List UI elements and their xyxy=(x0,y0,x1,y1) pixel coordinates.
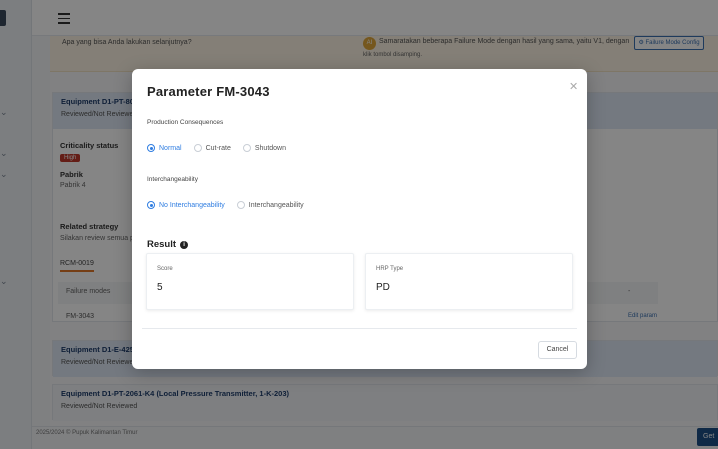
score-label: Score xyxy=(157,266,173,272)
hrp-type-label: HRP Type xyxy=(376,266,404,272)
radio-label: Shutdown xyxy=(254,144,286,152)
radio-label: Normal xyxy=(159,144,182,152)
modal-divider xyxy=(142,328,577,329)
radio-interchangeability[interactable]: Interchangeability xyxy=(236,201,304,209)
radio-shutdown[interactable]: Shutdown xyxy=(242,144,286,152)
result-heading: Result i xyxy=(147,239,189,250)
radio-normal[interactable]: Normal xyxy=(147,144,182,152)
radio-label: Cut-rate xyxy=(205,144,231,152)
production-consequences-radio-group: Normal Cut-rate Shutdown xyxy=(147,142,298,154)
cancel-button[interactable]: Cancel xyxy=(538,341,577,359)
radio-checked-icon xyxy=(147,201,155,209)
radio-label: No Interchangeability xyxy=(159,201,225,209)
production-consequences-label: Production Consequences xyxy=(147,119,224,126)
radio-checked-icon xyxy=(147,144,155,152)
score-box: Score 5 xyxy=(146,253,354,310)
result-title: Result xyxy=(147,239,177,250)
radio-cut-rate[interactable]: Cut-rate xyxy=(193,144,231,152)
radio-unchecked-icon xyxy=(236,201,245,209)
radio-no-interchangeability[interactable]: No Interchangeability xyxy=(147,201,225,209)
radio-unchecked-icon xyxy=(242,144,251,152)
parameter-modal: Parameter FM-3043 ✕ Production Consequen… xyxy=(132,69,587,369)
hrp-type-value: PD xyxy=(376,282,390,293)
close-icon[interactable]: ✕ xyxy=(569,80,578,93)
score-value: 5 xyxy=(157,282,163,293)
radio-unchecked-icon xyxy=(193,144,202,152)
radio-label: Interchangeability xyxy=(248,201,304,209)
interchangeability-label: Interchangeability xyxy=(147,176,198,183)
info-icon[interactable]: i xyxy=(180,240,189,249)
modal-title: Parameter FM-3043 xyxy=(147,84,270,99)
hrp-type-box: HRP Type PD xyxy=(365,253,573,310)
interchangeability-radio-group: No Interchangeability Interchangeability xyxy=(147,199,316,211)
